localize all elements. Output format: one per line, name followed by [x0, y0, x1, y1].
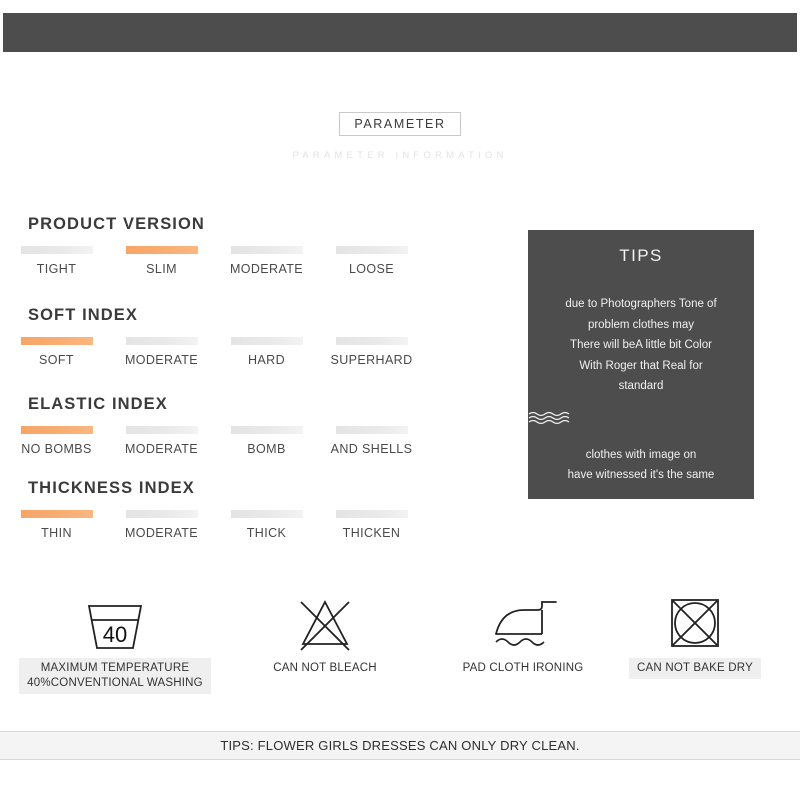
- level-list: THIN MODERATE THICK THICKEN: [20, 509, 498, 546]
- level-label: THIN: [41, 525, 72, 540]
- section-product-version: PRODUCT VERSION TIGHT SLIM MODERATE LOOS…: [20, 215, 498, 282]
- care-label-line: 40%CONVENTIONAL WASHING: [27, 677, 203, 689]
- page-header: PARAMETER PARAMETER INFORMATION: [0, 112, 800, 161]
- level-label: MODERATE: [124, 525, 199, 540]
- level-label: LOOSE: [348, 261, 395, 276]
- level-label: MODERATE: [124, 441, 199, 456]
- care-label: PAD CLOTH IRONING: [455, 658, 592, 679]
- level-list: SOFT MODERATE HARD SUPERHARD: [20, 336, 498, 373]
- level-option[interactable]: MODERATE: [109, 336, 214, 367]
- level-bar: [335, 245, 408, 254]
- level-option[interactable]: THICKEN: [319, 509, 424, 540]
- care-label-line: CAN NOT BLEACH: [273, 662, 377, 674]
- level-label: SUPERHARD: [330, 352, 413, 367]
- level-bar: [335, 336, 408, 345]
- level-label: SOFT: [39, 352, 74, 367]
- bottom-tips-text: TIPS: FLOWER GIRLS DRESSES CAN ONLY DRY …: [220, 738, 580, 753]
- level-bar: [335, 425, 408, 434]
- level-bar: [125, 336, 198, 345]
- level-option[interactable]: TIGHT: [4, 245, 109, 276]
- level-bar: [125, 509, 198, 518]
- care-label: CAN NOT BLEACH: [265, 658, 385, 679]
- level-option[interactable]: BOMB: [214, 425, 319, 456]
- level-option[interactable]: LOOSE: [319, 245, 424, 276]
- iron-icon: [443, 588, 603, 658]
- parameter-badge: PARAMETER: [339, 112, 461, 136]
- care-item-ironing: PAD CLOTH IRONING: [443, 588, 603, 679]
- level-option[interactable]: MODERATE: [109, 425, 214, 456]
- tips-line: due to Photographers Tone of: [565, 298, 717, 310]
- level-bar: [20, 509, 93, 518]
- care-label: MAXIMUM TEMPERATURE 40%CONVENTIONAL WASH…: [19, 658, 211, 694]
- parameter-subtitle: PARAMETER INFORMATION: [292, 149, 508, 161]
- level-label: THICK: [246, 525, 287, 540]
- section-elastic-index: ELASTIC INDEX NO BOMBS MODERATE BOMB AND…: [20, 395, 498, 462]
- care-item-tumble-dry: CAN NOT BAKE DRY: [600, 588, 790, 679]
- section-title: PRODUCT VERSION: [28, 215, 205, 233]
- tips-footer-line: have witnessed it's the same: [567, 469, 715, 481]
- no-tumble-dry-icon: [600, 588, 790, 658]
- tips-line: problem clothes may: [587, 318, 695, 331]
- level-list: NO BOMBS MODERATE BOMB AND SHELLS: [20, 425, 498, 462]
- level-label: HARD: [247, 352, 286, 367]
- level-label: MODERATE: [229, 261, 304, 276]
- tips-footer-line: clothes with image on: [585, 448, 697, 461]
- care-item-washing: 40 MAXIMUM TEMPERATURE 40%CONVENTIONAL W…: [10, 588, 220, 694]
- level-option[interactable]: HARD: [214, 336, 319, 367]
- level-label: AND SHELLS: [330, 441, 413, 456]
- level-label: TIGHT: [36, 261, 77, 276]
- level-bar: [20, 425, 93, 434]
- level-bar: [230, 509, 303, 518]
- level-bar: [20, 336, 93, 345]
- level-bar: [125, 245, 198, 254]
- level-option[interactable]: MODERATE: [109, 509, 214, 540]
- top-dark-banner: [3, 13, 797, 52]
- section-title: ELASTIC INDEX: [28, 395, 168, 413]
- level-option[interactable]: AND SHELLS: [319, 425, 424, 456]
- level-label: SLIM: [146, 261, 177, 276]
- tips-footer: clothes with image on have witnessed it'…: [528, 445, 754, 486]
- level-bar: [230, 425, 303, 434]
- section-soft-index: SOFT INDEX SOFT MODERATE HARD SUPERHARD: [20, 306, 498, 373]
- tips-title: TIPS: [619, 246, 663, 265]
- care-label: CAN NOT BAKE DRY: [629, 658, 761, 679]
- section-title: THICKNESS INDEX: [28, 479, 195, 497]
- care-label-line: CAN NOT BAKE DRY: [637, 662, 753, 674]
- care-instruction-row: 40 MAXIMUM TEMPERATURE 40%CONVENTIONAL W…: [0, 588, 800, 703]
- level-label: BOMB: [247, 441, 286, 456]
- tips-panel: TIPS due to Photographers Tone of proble…: [528, 230, 754, 499]
- waves-icon: [528, 411, 570, 424]
- level-bar: [230, 336, 303, 345]
- level-label: THICKEN: [342, 525, 401, 540]
- level-option[interactable]: SUPERHARD: [319, 336, 424, 367]
- care-item-bleach: CAN NOT BLEACH: [245, 588, 405, 679]
- level-list: TIGHT SLIM MODERATE LOOSE: [20, 245, 498, 282]
- wash-temperature-text: 40: [103, 622, 127, 647]
- section-thickness-index: THICKNESS INDEX THIN MODERATE THICK THIC…: [20, 479, 498, 546]
- care-label-line: MAXIMUM TEMPERATURE: [40, 662, 190, 674]
- tips-line: standard: [618, 380, 664, 392]
- tips-line: With Roger that Real for: [579, 359, 703, 372]
- level-label: MODERATE: [124, 352, 199, 367]
- level-bar: [335, 509, 408, 518]
- level-option[interactable]: SLIM: [109, 245, 214, 276]
- level-option[interactable]: MODERATE: [214, 245, 319, 276]
- level-option[interactable]: NO BOMBS: [4, 425, 109, 456]
- level-bar: [20, 245, 93, 254]
- level-option[interactable]: THIN: [4, 509, 109, 540]
- level-option[interactable]: SOFT: [4, 336, 109, 367]
- tips-body: due to Photographers Tone of problem clo…: [528, 294, 754, 397]
- tips-line: There will beA little bit Color: [570, 339, 712, 351]
- care-label-line: PAD CLOTH IRONING: [462, 662, 584, 674]
- level-bar: [125, 425, 198, 434]
- section-title: SOFT INDEX: [28, 306, 139, 324]
- bottom-tips-banner: TIPS: FLOWER GIRLS DRESSES CAN ONLY DRY …: [0, 731, 800, 760]
- level-bar: [230, 245, 303, 254]
- no-bleach-icon: [245, 588, 405, 658]
- level-label: NO BOMBS: [21, 441, 92, 456]
- wash-tub-icon: 40: [10, 588, 220, 658]
- level-option[interactable]: THICK: [214, 509, 319, 540]
